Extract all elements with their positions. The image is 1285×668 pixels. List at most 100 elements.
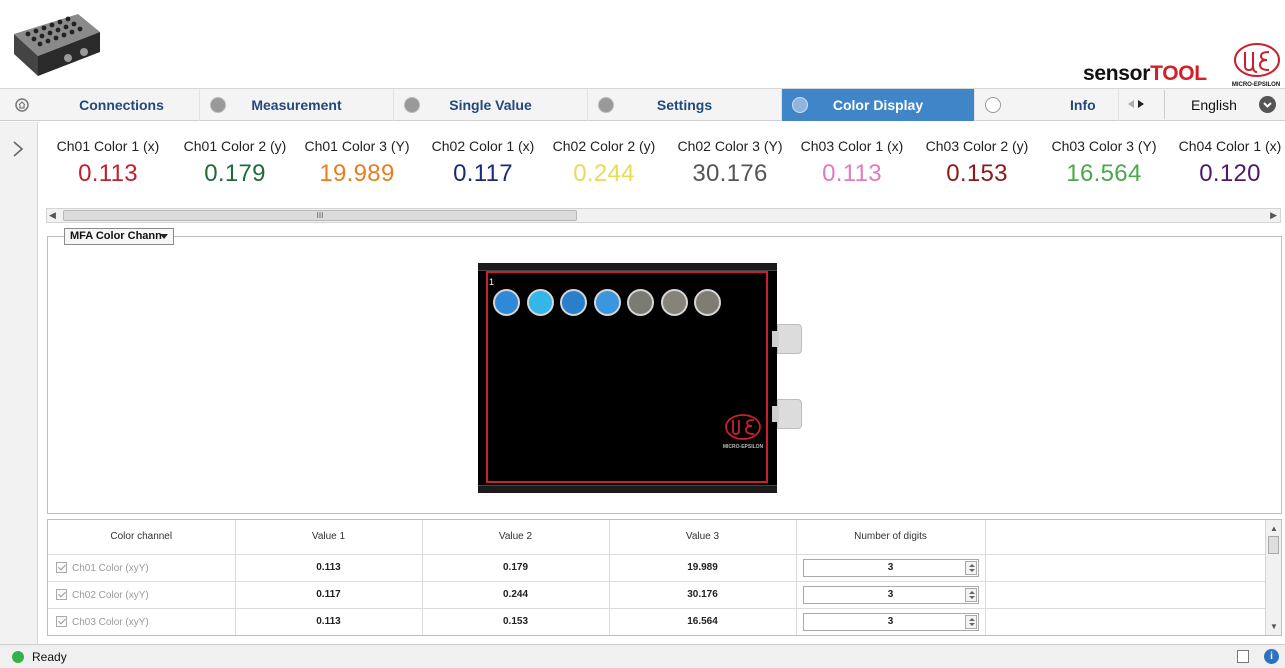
readout-6: Ch02 Color 3 (Y) 30.176 [668, 138, 792, 188]
sensor-dot-4 [593, 289, 621, 316]
readout-label: Ch02 Color 3 (Y) [677, 138, 783, 154]
readout-value: 0.113 [822, 160, 882, 187]
color-readouts: Ch01 Color 1 (x) 0.113 Ch01 Color 2 (y) 0.1… [46, 124, 1285, 206]
color-display-icon [792, 97, 808, 113]
sensor-dot-6 [660, 289, 688, 316]
tab-label: Color Display [832, 97, 924, 113]
scroll-down-arrow-icon[interactable]: ▼ [1270, 622, 1278, 631]
brand-part-tool: TOOL [1150, 62, 1207, 85]
header-value-3: Value 3 [609, 520, 797, 555]
readout-label: Ch01 Color 1 (x) [56, 138, 160, 154]
language-selected-value: English [1191, 96, 1237, 113]
table-vertical-scrollbar[interactable]: ▲ ▼ [1265, 520, 1281, 635]
home-icon [15, 98, 29, 112]
dropdown-caret-icon [160, 234, 168, 239]
header-value-2: Value 2 [422, 520, 610, 555]
readout-9: Ch03 Color 3 (Y) 16.564 [1042, 138, 1166, 188]
readout-1: Ch01 Color 1 (x) 0.113 [46, 138, 170, 188]
cell-value-1: 0.117 [235, 581, 423, 609]
sensor-top-edge [478, 263, 777, 271]
status-bar: Ready i [0, 644, 1285, 668]
tab-connections[interactable]: Connections [44, 89, 200, 121]
tab-scroll-buttons [1118, 92, 1154, 116]
sensor-dot-1 [493, 289, 520, 316]
tab-measurement[interactable]: Measurement [200, 89, 394, 121]
table-header-row: Color channel Value 1 Value 2 Value 3 Nu… [48, 520, 1267, 555]
small-logo-caption: MICRO-EPSILON [723, 444, 764, 450]
brand-part-sensor: sensor [1083, 62, 1151, 85]
stepper-arrows-icon[interactable] [964, 587, 977, 602]
info-circle-icon[interactable]: i [1264, 649, 1279, 664]
digits-value: 3 [887, 561, 894, 573]
readout-4: Ch02 Color 1 (x) 0.117 [421, 138, 545, 188]
cell-value-2: 0.179 [422, 554, 610, 582]
expand-panel-icon[interactable] [10, 138, 26, 160]
tab-settings[interactable]: Settings [588, 89, 782, 121]
channel-checkbox[interactable] [56, 588, 67, 600]
cell-color-channel: Ch02 Color (xyY) [48, 581, 236, 609]
settings-icon [598, 97, 614, 113]
cell-value-3: 30.176 [609, 581, 797, 609]
single-value-icon [404, 97, 420, 113]
cell-number-of-digits: 3 [796, 554, 986, 582]
sensor-dot-5 [627, 289, 654, 316]
cell-empty [985, 554, 1267, 582]
micro-epsilon-logo: MICRO-EPSILON [1232, 43, 1280, 88]
readout-value: 0.120 [1199, 160, 1261, 187]
home-tab[interactable] [0, 89, 44, 121]
stepper-arrows-icon[interactable] [964, 560, 977, 575]
sensor-connector-bottom [772, 399, 802, 429]
readout-value: 16.564 [1066, 160, 1142, 187]
channel-select[interactable]: MFA Color Chann [64, 228, 174, 245]
table-row: Ch02 Color (xyY) 0.117 0.244 30.176 3 [48, 581, 1267, 609]
scroll-right-icon[interactable] [1137, 99, 1145, 109]
stepper-arrows-icon[interactable] [964, 614, 977, 629]
document-icon[interactable] [1237, 650, 1249, 663]
channel-checkbox[interactable] [56, 615, 67, 627]
waveform-icon [210, 97, 226, 113]
readout-10: Ch04 Color 1 (x) 0.120 [1168, 138, 1285, 188]
header-color-channel: Color channel [48, 520, 236, 555]
scroll-up-arrow-icon[interactable]: ▲ [1270, 524, 1278, 533]
scrollbar-thumb[interactable] [1268, 536, 1279, 554]
readout-label: Ch02 Color 2 (y) [552, 138, 656, 154]
cell-value-1: 0.113 [235, 608, 423, 635]
readout-label: Ch01 Color 2 (y) [183, 138, 287, 154]
digits-stepper[interactable]: 3 [802, 612, 979, 631]
tab-label: Info [1070, 97, 1096, 113]
cell-value-2: 0.244 [422, 581, 610, 609]
scroll-right-arrow-icon[interactable]: ▶ [1270, 210, 1277, 221]
cell-empty [985, 608, 1267, 635]
readout-8: Ch03 Color 2 (y) 0.153 [915, 138, 1039, 188]
readout-value: 19.989 [319, 160, 395, 187]
readouts-horizontal-scrollbar[interactable]: ◀ III ▶ [46, 208, 1281, 223]
readout-value: 0.244 [573, 160, 635, 187]
scroll-left-arrow-icon[interactable]: ◀ [49, 210, 56, 221]
digits-stepper[interactable]: 3 [802, 558, 979, 577]
sensortool-brand: sensorTOOL [1083, 62, 1207, 86]
micro-epsilon-small-logo: MICRO-EPSILON [723, 414, 764, 450]
sensor-dot-3 [560, 289, 587, 316]
readout-label: Ch01 Color 3 (Y) [304, 138, 410, 154]
scrollbar-thumb[interactable]: III [63, 210, 577, 221]
tab-label: Settings [656, 97, 713, 113]
sensor-device-icon [14, 14, 100, 76]
readout-label: Ch03 Color 3 (Y) [1051, 138, 1157, 154]
channel-checkbox[interactable] [56, 561, 67, 573]
status-text: Ready [32, 650, 67, 664]
scroll-left-icon[interactable] [1127, 99, 1135, 109]
info-icon [985, 97, 1001, 113]
left-rail [0, 122, 38, 644]
cell-number-of-digits: 3 [796, 608, 986, 635]
digits-value: 3 [887, 588, 894, 600]
language-select[interactable]: English [1164, 90, 1284, 119]
digits-stepper[interactable]: 3 [802, 585, 979, 604]
tab-label: Connections [79, 97, 164, 113]
channel-select-value: MFA Color Chann [70, 230, 162, 242]
tab-color-display[interactable]: Color Display [782, 89, 975, 121]
cell-number-of-digits: 3 [796, 581, 986, 609]
cell-color-channel: Ch01 Color (xyY) [48, 554, 236, 582]
sensortool-window: sensorTOOL MICRO-EPSILON Connections Mea… [0, 0, 1285, 668]
tab-info[interactable]: Info [975, 89, 1119, 121]
tab-single-value[interactable]: Single Value [394, 89, 588, 121]
